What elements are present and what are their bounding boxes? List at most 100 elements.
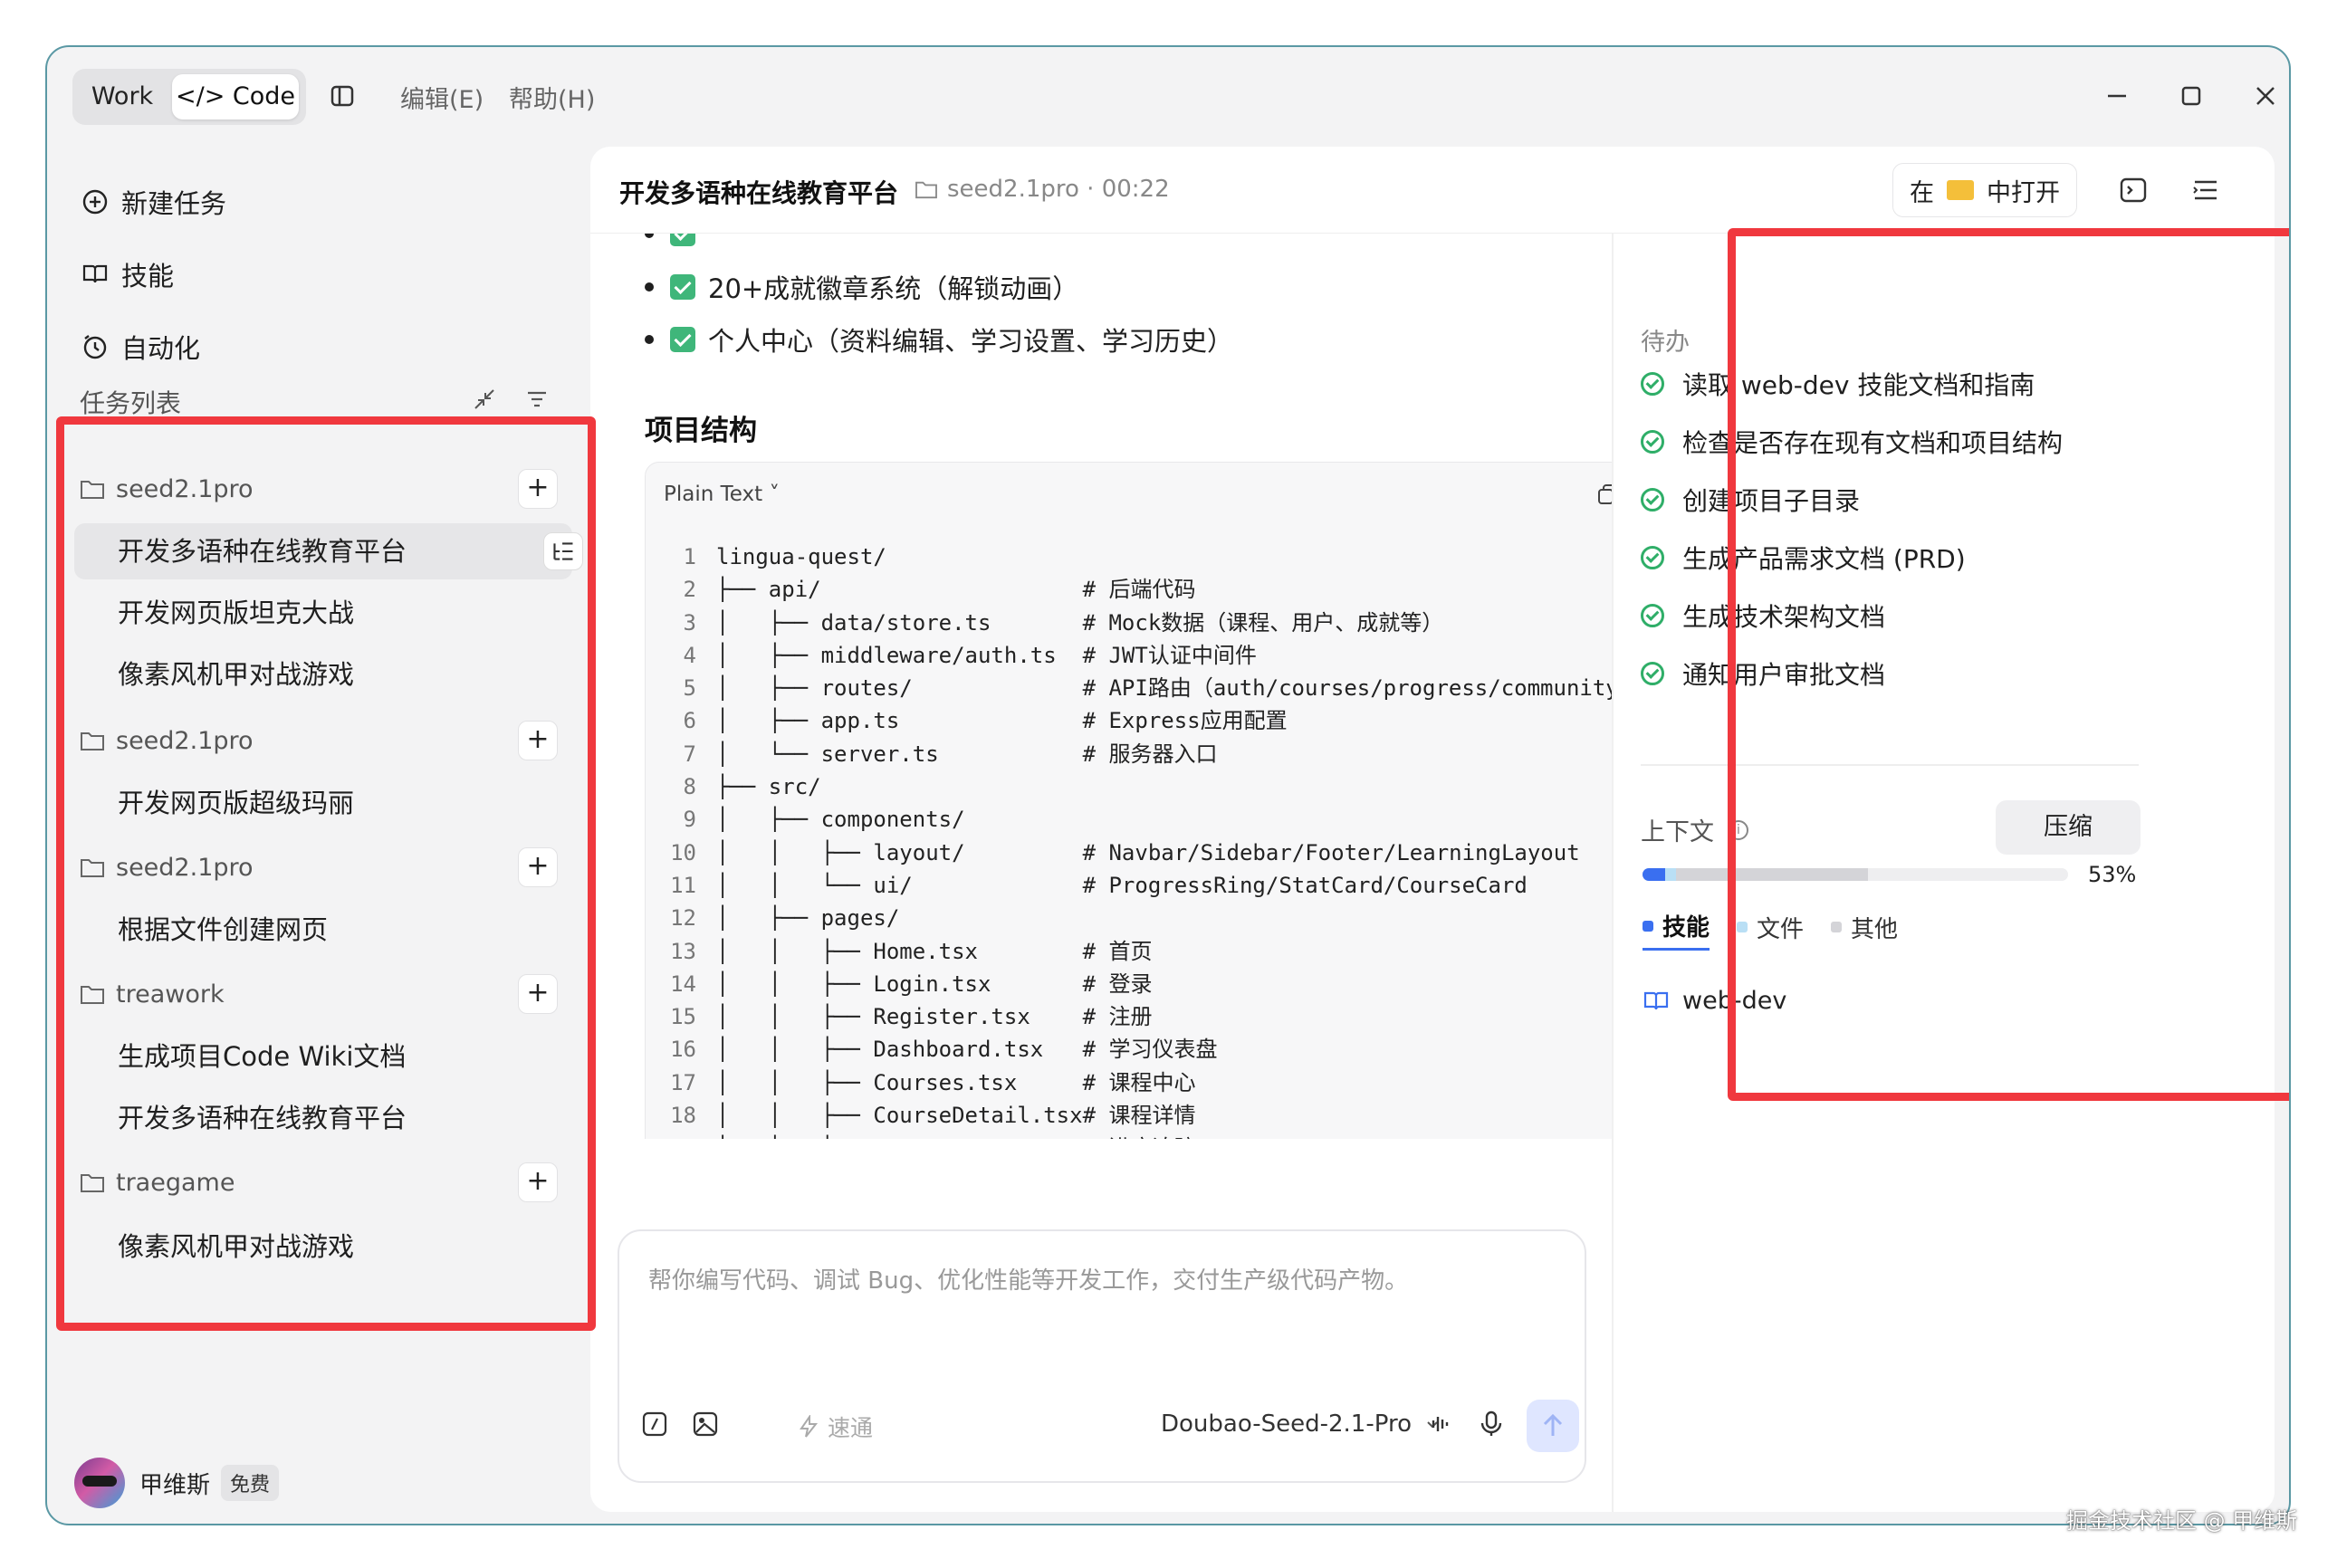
task-item-label: 开发多语种在线教育平台 (118, 536, 407, 567)
task-group-header[interactable]: treawork (80, 969, 225, 1019)
code-line: 12 │ ├── pages/ (646, 902, 1612, 934)
task-item[interactable]: 开发网页版坦克大战 (74, 585, 572, 641)
titlebar: Work </> Code 编辑(E) 帮助(H) (47, 47, 2289, 147)
filter-icon[interactable] (523, 386, 551, 413)
task-group-name: seed2.1pro (116, 726, 254, 755)
task-group-header[interactable]: seed2.1pro (80, 464, 254, 514)
slash-command-icon[interactable] (639, 1409, 670, 1439)
mode-toggle: Work </> Code (72, 69, 306, 125)
microphone-icon[interactable] (1476, 1409, 1507, 1439)
context-percent: 53% (2088, 862, 2137, 887)
check-circle-icon (1641, 488, 1664, 512)
code-text: │ │ ├── Progress.tsx # 进度追踪 (716, 1132, 1195, 1139)
code-block: Plain Text ˅ 1 lingua-quest/2 ├── api/ # 后… (645, 462, 1612, 1139)
code-text: │ ├── data/store.ts # Mock数据（课程、用户、成就等） (716, 609, 1444, 636)
checkbox-checked-icon (670, 274, 695, 300)
code-text: │ │ ├── Dashboard.tsx # 学习仪表盘 (716, 1037, 1218, 1063)
tab-files[interactable]: 文件 (1737, 911, 1804, 950)
compress-button[interactable]: 压缩 (1996, 800, 2141, 855)
menu-help[interactable]: 帮助(H) (509, 80, 595, 115)
skills-button[interactable]: 技能 (81, 252, 174, 297)
send-button[interactable] (1527, 1400, 1579, 1452)
close-icon[interactable] (2247, 78, 2284, 114)
terminal-icon[interactable] (2117, 174, 2150, 206)
task-group-header[interactable]: traegame (80, 1157, 235, 1208)
task-item[interactable]: 生成项目Code Wiki文档 (74, 1028, 572, 1085)
automation-button[interactable]: 自动化 (81, 324, 200, 369)
line-number: 15 (670, 1004, 696, 1030)
task-group-header[interactable]: seed2.1pro (80, 842, 254, 893)
code-line: 4 │ ├── middleware/auth.ts # JWT认证中间件 (646, 639, 1612, 672)
task-item-label: 根据文件创建网页 (118, 914, 329, 945)
folder-icon (81, 481, 104, 499)
info-icon[interactable]: i (1729, 819, 1748, 840)
maximize-icon[interactable] (2173, 78, 2209, 114)
line-number: 2 (683, 577, 696, 603)
image-upload-icon[interactable] (690, 1409, 721, 1439)
line-number: 8 (683, 774, 696, 800)
line-number: 10 (670, 839, 696, 865)
legend-swatch (1643, 920, 1653, 932)
minimize-icon[interactable] (2099, 78, 2135, 114)
tab-skills[interactable]: 技能 (1643, 909, 1710, 951)
skill-name: web-dev (1682, 987, 1787, 1015)
list-item-text: 个人中心（资料编辑、学习设置、学习历史） (708, 326, 1234, 357)
tab-label: 文件 (1757, 915, 1805, 943)
menu-edit[interactable]: 编辑(E) (400, 80, 484, 115)
conversation-title: 开发多语种在线教育平台 (619, 178, 899, 208)
voice-wave-icon[interactable] (1425, 1409, 1456, 1439)
code-line: 2 ├── api/ # 后端代码 (646, 573, 1612, 606)
check-circle-icon (1641, 662, 1664, 685)
list-item (645, 234, 708, 246)
code-line: 13 │ │ ├── Home.tsx # 首页 (646, 935, 1612, 968)
user-profile[interactable]: 甲维斯 免费 (74, 1456, 280, 1510)
task-item[interactable]: 像素风机甲对战游戏 (74, 1219, 572, 1275)
code-line: 6 │ ├── app.ts # Express应用配置 (646, 704, 1612, 737)
todo-text: 检查是否存在现有文档和项目结构 (1682, 428, 2064, 458)
add-task-button[interactable]: + (518, 721, 558, 760)
model-selector[interactable]: Doubao-Seed-2.1-Pro (1161, 1410, 1442, 1438)
open-in-button[interactable]: 在 中打开 (1892, 163, 2077, 217)
mode-code-tab[interactable]: </> Code (172, 74, 299, 120)
todo-item: 创建项目子目录 (1641, 482, 1860, 518)
code-text: │ ├── app.ts # Express应用配置 (716, 708, 1288, 734)
add-task-button[interactable]: + (518, 974, 558, 1014)
new-task-button[interactable]: 新建任务 (81, 179, 226, 225)
task-item[interactable]: 开发网页版超级玛丽 (74, 775, 572, 831)
context-label: 上下文 i (1641, 812, 1748, 847)
add-task-button[interactable]: + (518, 847, 558, 887)
copy-icon[interactable] (1596, 483, 1612, 506)
line-number: 14 (670, 970, 696, 997)
task-item[interactable]: 根据文件创建网页 (74, 902, 572, 958)
task-item[interactable]: 开发多语种在线教育平台 (74, 523, 583, 579)
context-progress-bar (1643, 868, 2068, 881)
task-item-label: 生成项目Code Wiki文档 (118, 1041, 407, 1072)
code-text: ├── src/ (716, 774, 821, 800)
tab-other[interactable]: 其他 (1831, 911, 1898, 950)
check-circle-icon (1641, 372, 1664, 396)
sidebar-toggle-icon[interactable] (330, 83, 355, 109)
open-in-suffix: 中打开 (1987, 178, 2060, 207)
code-language-select[interactable]: Plain Text ˅ (664, 483, 780, 506)
line-number: 9 (683, 807, 696, 833)
outline-icon[interactable] (2189, 174, 2222, 206)
task-item-label: 开发多语种在线教育平台 (118, 1103, 407, 1133)
add-task-button[interactable]: + (518, 469, 558, 509)
task-item[interactable]: 像素风机甲对战游戏 (74, 646, 572, 703)
task-group-header[interactable]: seed2.1pro (80, 715, 254, 766)
composer-input[interactable]: 帮你编写代码、调试 Bug、优化性能等开发工作，交付生产级代码产物。 (648, 1262, 1408, 1296)
skills-label: 技能 (121, 261, 175, 292)
task-item[interactable]: 开发多语种在线教育平台 (74, 1090, 572, 1146)
code-text: │ │ ├── layout/ # Navbar/Sidebar/Footer/… (716, 839, 1580, 865)
speed-mode-toggle[interactable]: 速通 (797, 1410, 873, 1443)
add-task-button[interactable]: + (518, 1162, 558, 1202)
task-list-icon[interactable] (543, 532, 583, 570)
mode-work-tab[interactable]: Work (81, 76, 163, 118)
collapse-icon[interactable] (471, 386, 498, 413)
section-heading: 项目结构 (645, 415, 757, 447)
task-group-name: seed2.1pro (116, 474, 254, 503)
code-text: │ │ ├── Login.tsx # 登录 (716, 970, 1153, 997)
skill-list-item[interactable]: web-dev (1643, 987, 1786, 1015)
composer[interactable]: 帮你编写代码、调试 Bug、优化性能等开发工作，交付生产级代码产物。 速通 Do… (618, 1229, 1586, 1483)
folder-icon (81, 1174, 104, 1192)
